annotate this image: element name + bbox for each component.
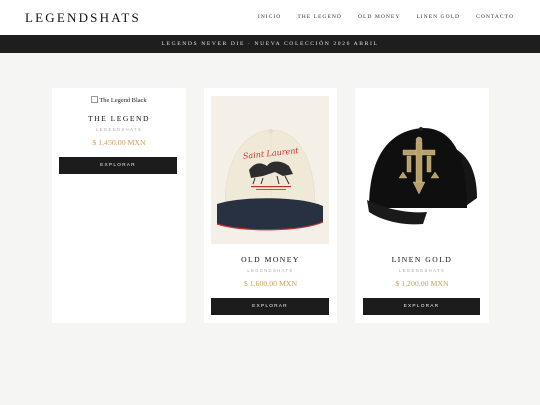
- nav-linen-gold[interactable]: LINEN GOLD: [416, 14, 460, 20]
- product-title: OLD MONEY: [241, 255, 300, 264]
- explore-button[interactable]: EXPLORAR: [211, 298, 329, 315]
- product-brand: LEGENDSHATS: [398, 268, 446, 273]
- product-brand: LEGENDSHATS: [95, 127, 143, 132]
- broken-image-icon: [91, 96, 99, 103]
- nav-old-money[interactable]: OLD MONEY: [358, 14, 400, 20]
- product-price: $ 1,450.00 MXN: [92, 138, 146, 147]
- explore-button[interactable]: EXPLORAR: [363, 298, 480, 315]
- product-title: LINEN GOLD: [391, 255, 453, 264]
- nav-the-legend[interactable]: THE LEGEND: [297, 14, 342, 20]
- cap-cream-navy-image: Saint Laurent: [211, 96, 329, 244]
- announcement-banner: LEGENDS NEVER DIE · NUEVA COLECCIÓN 2026…: [0, 35, 540, 53]
- product-title: THE LEGEND: [87, 114, 151, 123]
- nav-inicio[interactable]: INICIO: [258, 14, 281, 20]
- product-brand: LEGENDSHATS: [247, 268, 294, 273]
- product-card-old-money[interactable]: Saint Laurent OLD MONEY LEGENDSHATS $ 1,…: [204, 88, 337, 323]
- product-price: $ 1,200.00 MXN: [395, 279, 449, 288]
- main-nav: INICIO THE LEGEND OLD MONEY LINEN GOLD C…: [242, 14, 514, 20]
- cap-black-gold-image: [363, 96, 481, 244]
- site-header: LEGENDSHATS INICIO THE LEGEND OLD MONEY …: [0, 0, 540, 35]
- product-price: $ 1,600.00 MXN: [243, 279, 298, 288]
- nav-contacto[interactable]: CONTACTO: [476, 14, 514, 20]
- product-card-linen-gold[interactable]: LINEN GOLD LEGENDSHATS $ 1,200.00 MXN EX…: [355, 88, 489, 323]
- image-alt-text: The Legend Black: [99, 97, 147, 104]
- site-logo[interactable]: LEGENDSHATS: [25, 10, 141, 26]
- product-image-linen-gold[interactable]: [363, 96, 481, 244]
- explore-button[interactable]: EXPLORAR: [59, 157, 177, 174]
- broken-image-alt: The Legend Black: [52, 96, 186, 104]
- product-image-old-money[interactable]: Saint Laurent: [211, 96, 329, 244]
- product-card-the-legend[interactable]: The Legend Black THE LEGEND LEGENDSHATS …: [52, 88, 186, 323]
